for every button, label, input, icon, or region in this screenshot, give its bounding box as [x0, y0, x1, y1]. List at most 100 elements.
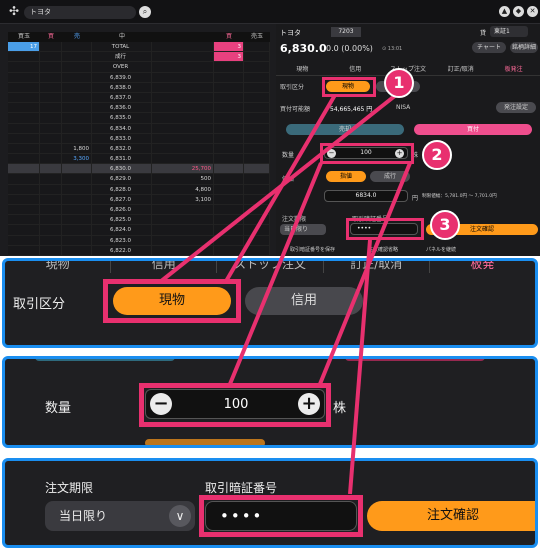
nisa-label: NISA	[396, 104, 411, 111]
table-row[interactable]: 3,300 6,831.0	[8, 154, 270, 165]
table-cell	[40, 52, 62, 62]
price-time: ⊙ 13:01	[382, 46, 403, 52]
table-row[interactable]: 6,827.0 3,100	[8, 194, 270, 205]
table-cell	[62, 205, 92, 215]
table-row[interactable]: 6,837.0	[8, 92, 270, 104]
search-input[interactable]: トヨタ	[24, 6, 136, 19]
window-expand-button[interactable]: ◆	[513, 6, 524, 17]
step-marker-1: 1	[384, 68, 414, 98]
table-cell	[244, 42, 270, 52]
chart-button[interactable]: チャート	[472, 42, 506, 53]
zoom-confirm-button[interactable]: 注文確認	[367, 501, 535, 531]
table-cell: 6,825.0	[92, 215, 152, 225]
table-cell	[214, 205, 244, 215]
price-unit: 円	[412, 195, 419, 202]
table-cell	[244, 164, 270, 174]
table-cell	[152, 52, 214, 62]
tab-margin[interactable]: 信用	[329, 64, 382, 75]
table-row[interactable]: 6,839.0	[8, 72, 270, 83]
table-cell: OVER	[92, 62, 152, 72]
table-row[interactable]: 6,828.0 4,800	[8, 184, 270, 195]
table-row[interactable]: 6,838.0	[8, 82, 270, 93]
zoom-quantity: 数量 − 100 + 株	[2, 356, 538, 448]
tab-spot[interactable]: 現物	[276, 64, 329, 75]
table-cell: 6,823.0	[92, 235, 152, 245]
window-up-button[interactable]: ▲	[499, 6, 510, 17]
table-cell	[62, 133, 92, 143]
table-row[interactable]: 6,835.0	[8, 113, 270, 124]
highlight-spot-small	[322, 77, 376, 97]
col-sell: 売	[73, 33, 80, 40]
keep-panel-checkbox[interactable]: パネルを継続	[426, 246, 456, 253]
chevron-down-icon[interactable]: ∨	[169, 505, 191, 527]
table-row[interactable]: 6,836.0	[8, 103, 270, 114]
table-cell	[40, 184, 62, 194]
table-row[interactable]: 6,829.0 500	[8, 174, 270, 185]
table-row[interactable]: 6,826.0	[8, 205, 270, 216]
table-row[interactable]: 1,800 6,832.0	[8, 143, 270, 155]
zoom-tab-modify[interactable]: 訂正/取消	[324, 261, 430, 273]
tab-modify[interactable]: 訂正/取消	[434, 64, 487, 75]
buy-button[interactable]: 買付	[414, 124, 532, 135]
window-close-button[interactable]: ✕	[527, 6, 538, 17]
col-empty	[152, 32, 214, 42]
table-row[interactable]: 6,822.0	[8, 245, 270, 256]
table-row[interactable]: OVER	[8, 62, 270, 73]
table-cell	[62, 215, 92, 225]
table-cell	[214, 225, 244, 235]
table-cell: 6,830.0	[92, 164, 152, 174]
table-row[interactable]: 6,833.0	[8, 133, 270, 144]
table-cell	[8, 123, 40, 133]
table-cell	[40, 123, 62, 133]
table-cell	[244, 174, 270, 184]
table-cell	[8, 62, 40, 72]
table-cell	[152, 42, 214, 52]
search-icon[interactable]: ⌕	[139, 6, 151, 18]
save-pin-checkbox[interactable]: 取引暗証番号を保存	[290, 246, 335, 253]
table-cell: 6,826.0	[92, 205, 152, 215]
trading-screenshot: ✣ トヨタ ⌕ ▲ ◆ ✕ 買玉 買 売 中 買 売玉 17 TOTAL 3 成行 3 O…	[0, 0, 540, 256]
table-row[interactable]: 6,823.0	[8, 235, 270, 246]
table-cell	[214, 103, 244, 113]
table-row[interactable]: 6,825.0	[8, 215, 270, 226]
skip-confirm-checkbox[interactable]: 注文確認省略	[368, 246, 398, 253]
table-cell	[40, 72, 62, 82]
zoom-tab-spot[interactable]: 現物	[5, 261, 112, 273]
step-marker-2: 2	[422, 140, 452, 170]
table-cell	[244, 184, 270, 194]
table-cell	[40, 113, 62, 123]
tab-board-order[interactable]: 板発注	[487, 64, 540, 75]
table-row[interactable]: 6,834.0	[8, 123, 270, 134]
table-cell	[152, 143, 214, 154]
table-cell	[40, 92, 62, 103]
price-field[interactable]: 6834.0	[324, 190, 408, 202]
table-row[interactable]: 6,824.0	[8, 225, 270, 236]
table-cell	[152, 245, 214, 255]
table-cell: 1,800	[62, 143, 92, 154]
table-cell	[40, 235, 62, 245]
move-icon[interactable]: ✣	[7, 4, 21, 18]
table-cell: 成行	[92, 52, 152, 62]
zoom-tab-stop-order[interactable]: ストップ注文	[217, 261, 324, 273]
table-row[interactable]: 成行 3	[8, 52, 270, 63]
order-settings-button[interactable]: 発注設定	[496, 102, 536, 113]
term-select[interactable]: 当日限り	[280, 224, 326, 235]
zoom-tab-margin[interactable]: 信用	[111, 261, 218, 273]
limit-order-button[interactable]: 指値	[326, 171, 366, 182]
table-row[interactable]: 6,830.0 25,700	[8, 164, 270, 175]
table-cell: 6,832.0	[92, 143, 152, 154]
zoom-margin-button[interactable]: 信用	[245, 287, 363, 315]
sell-button[interactable]: 売却	[286, 124, 404, 135]
market-order-button[interactable]: 成行	[370, 171, 410, 182]
table-row[interactable]: 17 TOTAL 3	[8, 42, 270, 53]
stock-info-button[interactable]: 銘柄詳細	[510, 42, 538, 53]
table-cell: 6,831.0	[92, 154, 152, 164]
term-label: 注文期限	[282, 216, 307, 223]
table-cell	[214, 184, 244, 194]
zoom-tab-board-order[interactable]: 板発	[430, 261, 535, 273]
table-cell	[244, 72, 270, 82]
table-cell	[8, 72, 40, 82]
table-cell: 6,837.0	[92, 92, 152, 103]
table-cell	[8, 154, 40, 164]
market-select[interactable]: 東証1	[490, 26, 528, 37]
